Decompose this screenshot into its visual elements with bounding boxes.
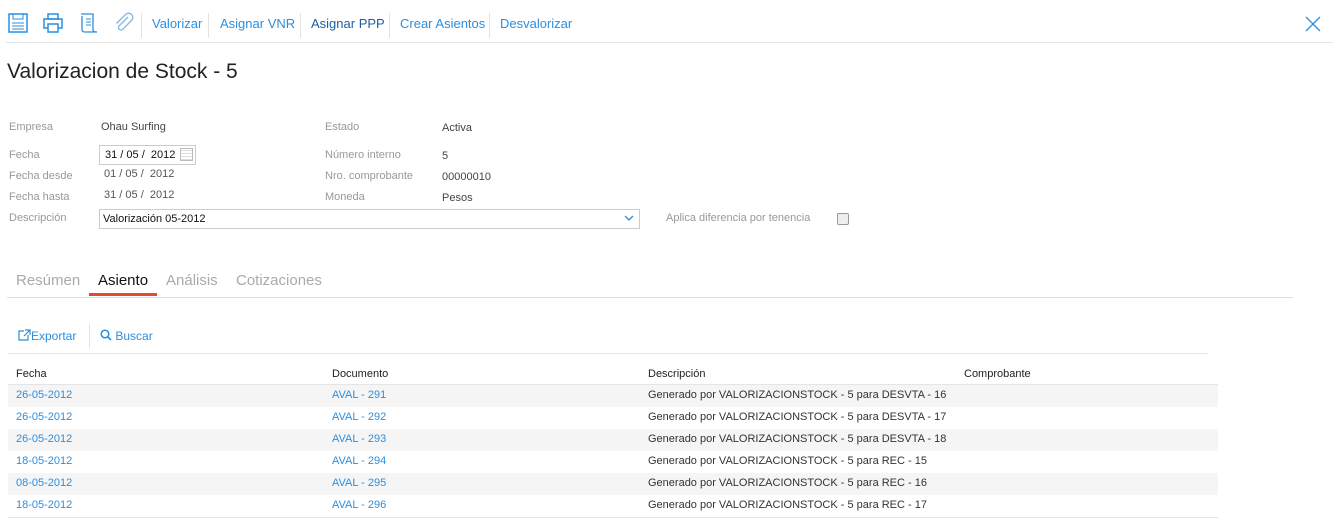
calendar-icon[interactable]	[180, 148, 193, 161]
estado-value: Activa	[442, 122, 472, 134]
fecha-hasta-value[interactable]: 31 / 05 / 2012	[104, 189, 174, 201]
empresa-label: Empresa	[9, 121, 54, 133]
asignar-ppp-button[interactable]: Asignar PPP	[311, 16, 385, 31]
tab-analisis[interactable]: Análisis	[166, 272, 218, 289]
desvalorizar-button[interactable]: Desvalorizar	[500, 16, 572, 31]
buscar-button[interactable]: Buscar	[100, 329, 153, 343]
empresa-value: Ohau Surfing	[101, 121, 166, 133]
external-link-icon	[18, 329, 31, 341]
tab-resumen[interactable]: Resúmen	[16, 272, 80, 289]
table-row[interactable]: 08-05-2012 AVAL - 295 Generado por VALORIZ…	[8, 473, 1218, 495]
table-row[interactable]: 26-05-2012 AVAL - 293 Generado por VALORIZ…	[8, 429, 1218, 451]
print-icon[interactable]	[42, 12, 64, 34]
aplica-diferencia-label: Aplica diferencia por tenencia	[666, 212, 811, 224]
descripcion-select[interactable]: Valorización 05-2012	[99, 209, 640, 229]
aplica-diferencia-checkbox[interactable]	[837, 213, 849, 225]
documento-link[interactable]: AVAL - 296	[332, 499, 386, 511]
moneda-label: Moneda	[325, 191, 365, 203]
descripcion-cell: Generado por VALORIZACIONSTOCK - 5 para …	[648, 455, 927, 467]
documento-link[interactable]: AVAL - 295	[332, 477, 386, 489]
fecha-cell[interactable]: 26-05-2012	[16, 411, 72, 423]
fecha-cell[interactable]: 18-05-2012	[16, 455, 72, 467]
descripcion-value: Valorización 05-2012	[103, 213, 206, 225]
fecha-cell[interactable]: 18-05-2012	[16, 499, 72, 511]
numero-interno-value: 5	[442, 150, 449, 162]
documento-link[interactable]: AVAL - 292	[332, 411, 386, 423]
save-icon[interactable]	[7, 12, 29, 34]
tab-cotizaciones[interactable]: Cotizaciones	[236, 272, 322, 289]
crear-asientos-button[interactable]: Crear Asientos	[400, 16, 485, 31]
fecha-label: Fecha	[9, 149, 40, 161]
fecha-input-value: 31 / 05 / 2012	[105, 149, 176, 161]
fecha-cell[interactable]: 08-05-2012	[16, 477, 72, 489]
documento-link[interactable]: AVAL - 294	[332, 455, 386, 467]
descripcion-cell: Generado por VALORIZACIONSTOCK - 5 para …	[648, 433, 947, 445]
asignar-vnr-button[interactable]: Asignar VNR	[220, 16, 295, 31]
numero-interno-label: Número interno	[325, 149, 401, 161]
valorizar-button[interactable]: Valorizar	[152, 16, 202, 31]
documento-link[interactable]: AVAL - 293	[332, 433, 386, 445]
moneda-value: Pesos	[442, 192, 473, 204]
buscar-label: Buscar	[115, 329, 153, 343]
table-row[interactable]: 26-05-2012 AVAL - 291 Generado por VALORIZ…	[8, 385, 1218, 407]
tab-asiento[interactable]: Asiento	[98, 272, 148, 289]
fecha-hasta-label: Fecha hasta	[9, 191, 70, 203]
descripcion-label: Descripción	[9, 212, 67, 224]
fecha-desde-value[interactable]: 01 / 05 / 2012	[104, 168, 174, 180]
table-row[interactable]: 18-05-2012 AVAL - 296 Generado por VALORIZ…	[8, 495, 1218, 517]
fecha-cell[interactable]: 26-05-2012	[16, 389, 72, 401]
fecha-input[interactable]: 31 / 05 / 2012	[99, 145, 196, 165]
descripcion-cell: Generado por VALORIZACIONSTOCK - 5 para …	[648, 499, 927, 511]
document-scroll-icon[interactable]	[78, 12, 100, 34]
fecha-desde-label: Fecha desde	[9, 170, 73, 182]
nro-comprobante-label: Nro. comprobante	[325, 170, 414, 182]
nro-comprobante-value: 00000010	[442, 171, 491, 183]
column-header-comprobante[interactable]: Comprobante	[964, 368, 1031, 380]
column-header-documento[interactable]: Documento	[332, 368, 388, 380]
close-icon[interactable]	[1305, 16, 1321, 32]
estado-label: Estado	[325, 121, 360, 133]
fecha-cell[interactable]: 26-05-2012	[16, 433, 72, 445]
descripcion-cell: Generado por VALORIZACIONSTOCK - 5 para …	[648, 411, 947, 423]
descripcion-cell: Generado por VALORIZACIONSTOCK - 5 para …	[648, 477, 927, 489]
column-header-descripcion[interactable]: Descripción	[648, 368, 705, 380]
page-title: Valorizacion de Stock - 5	[7, 60, 238, 83]
attachment-icon[interactable]	[113, 12, 135, 34]
exportar-button[interactable]: Exportar	[18, 329, 76, 343]
table-row[interactable]: 26-05-2012 AVAL - 292 Generado por VALORIZ…	[8, 407, 1218, 429]
search-icon	[100, 329, 112, 341]
chevron-down-icon	[624, 215, 634, 221]
exportar-label: Exportar	[31, 329, 77, 343]
documento-link[interactable]: AVAL - 291	[332, 389, 386, 401]
column-header-fecha[interactable]: Fecha	[16, 368, 47, 380]
table-row[interactable]: 18-05-2012 AVAL - 294 Generado por VALORIZ…	[8, 451, 1218, 473]
descripcion-cell: Generado por VALORIZACIONSTOCK - 5 para …	[648, 389, 947, 401]
